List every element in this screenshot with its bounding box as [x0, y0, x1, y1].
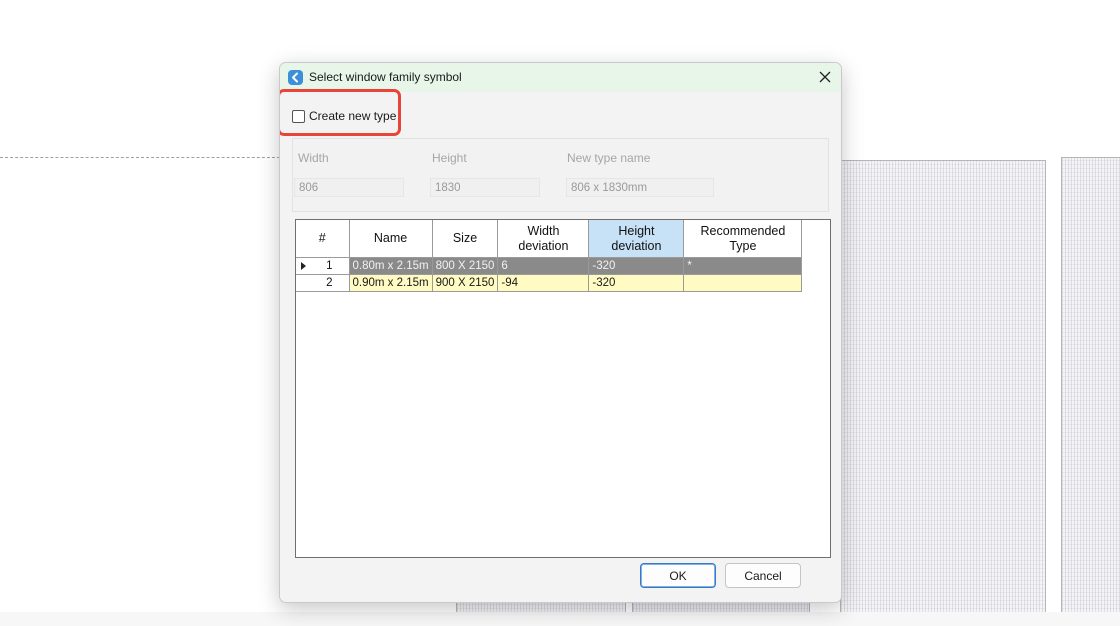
background-dashed-line: [0, 157, 280, 158]
size-cell[interactable]: 900 X 2150: [432, 274, 499, 292]
current-row-arrow-icon: [301, 262, 306, 270]
column-header-width-deviation[interactable]: Width deviation: [497, 220, 590, 258]
width-field[interactable]: 806: [294, 178, 404, 197]
height-field[interactable]: 1830: [430, 178, 540, 197]
new-type-name-label: New type name: [567, 151, 651, 165]
family-symbol-grid: # Name Size Width deviation Height deviati…: [295, 219, 831, 558]
family-symbol-table: # Name Size Width deviation Height deviati…: [296, 220, 803, 292]
row-number-cell[interactable]: 1: [296, 257, 350, 275]
new-type-name-field[interactable]: 806 x 1830mm: [566, 178, 714, 197]
cancel-button[interactable]: Cancel: [725, 563, 801, 588]
table-row[interactable]: 2 0.90m x 2.15m 900 X 2150 -94 -320: [296, 274, 803, 292]
select-window-family-dialog: Select window family symbol Create new t…: [279, 62, 842, 603]
close-button[interactable]: [815, 67, 835, 87]
create-new-type-checkbox-row[interactable]: Create new type: [292, 107, 396, 125]
ok-button[interactable]: OK: [640, 563, 716, 588]
title-bar: Select window family symbol: [280, 63, 841, 92]
background-bottom-strip: [0, 612, 1120, 626]
app-icon: [288, 70, 303, 85]
background-wall-panel: [1061, 157, 1120, 626]
width-deviation-cell[interactable]: -94: [497, 274, 590, 292]
background-wall-panel: [840, 160, 1046, 626]
column-header-recommended-type[interactable]: Recommended Type: [683, 220, 803, 258]
width-label: Width: [298, 151, 329, 165]
size-cell[interactable]: 800 X 2150: [432, 257, 499, 275]
recommended-type-cell[interactable]: *: [683, 257, 803, 275]
height-label: Height: [432, 151, 467, 165]
column-header-name[interactable]: Name: [349, 220, 433, 258]
width-deviation-cell[interactable]: 6: [497, 257, 590, 275]
name-cell[interactable]: 0.80m x 2.15m: [349, 257, 433, 275]
create-new-type-checkbox[interactable]: [292, 109, 305, 123]
height-deviation-cell[interactable]: -320: [588, 257, 685, 275]
dialog-title: Select window family symbol: [309, 70, 462, 84]
height-deviation-cell[interactable]: -320: [588, 274, 685, 292]
close-icon: [819, 71, 831, 83]
create-new-type-label[interactable]: Create new type: [309, 109, 396, 123]
recommended-type-cell[interactable]: [683, 274, 803, 292]
new-type-fields-group: Width Height New type name 806 1830 806 …: [292, 138, 829, 212]
column-header-height-deviation[interactable]: Height deviation: [588, 220, 685, 258]
row-number-cell[interactable]: 2: [296, 274, 350, 292]
table-row[interactable]: 1 0.80m x 2.15m 800 X 2150 6 -320 *: [296, 257, 803, 275]
name-cell[interactable]: 0.90m x 2.15m: [349, 274, 433, 292]
column-header-size[interactable]: Size: [432, 220, 499, 258]
column-header-number[interactable]: #: [296, 220, 350, 258]
